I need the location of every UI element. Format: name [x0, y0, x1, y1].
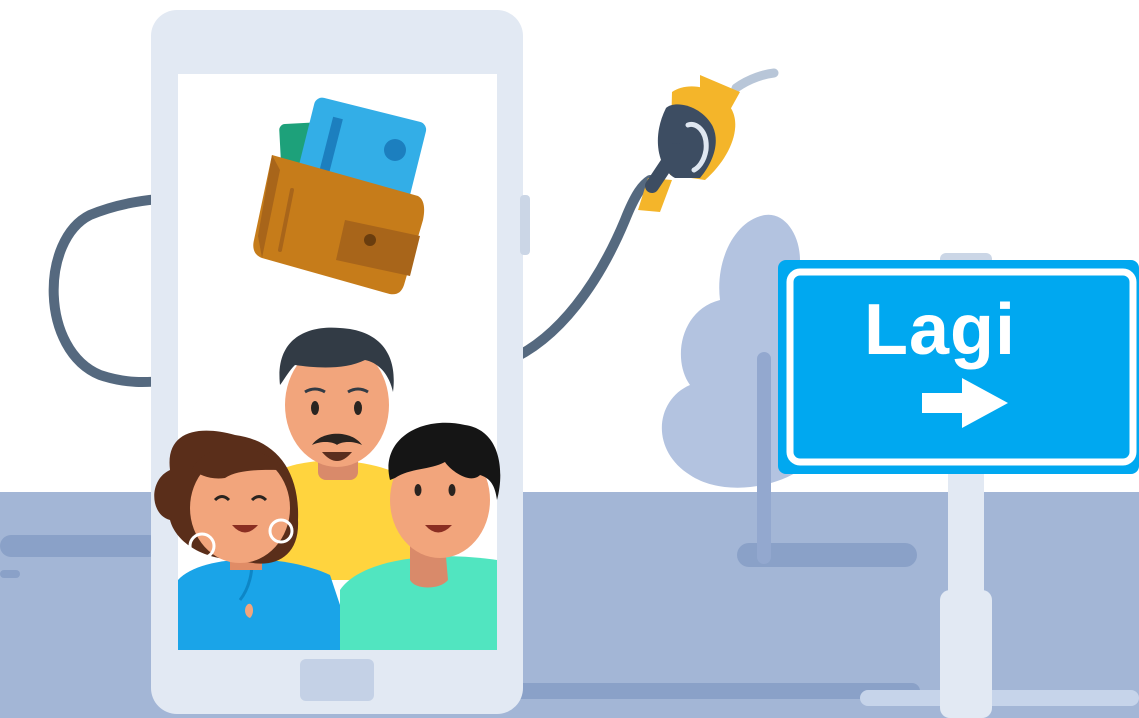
fuel-nozzle-icon	[638, 68, 779, 212]
sign-label: Lagi	[863, 290, 1016, 370]
